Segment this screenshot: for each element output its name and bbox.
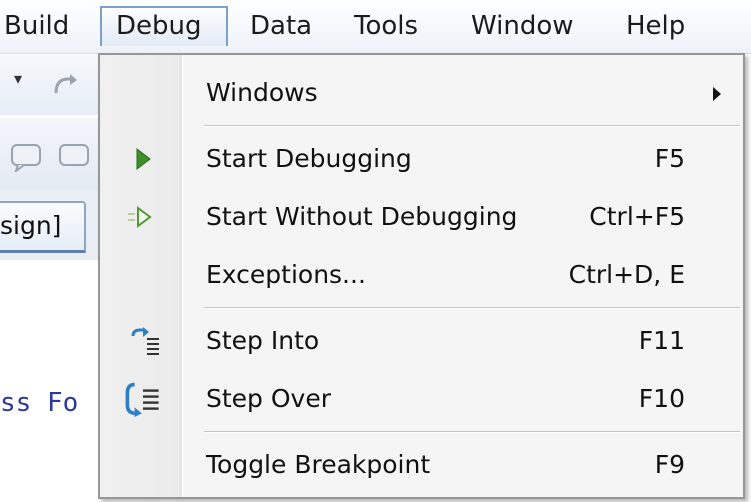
menu-item-shortcut: F11 bbox=[638, 326, 685, 355]
menu-window[interactable]: Window bbox=[457, 6, 588, 46]
menu-bar: Build Debug Data Tools Window Help bbox=[0, 0, 751, 54]
menu-item-shortcut: Ctrl+F5 bbox=[589, 202, 685, 231]
debug-menu-dropdown: Windows Start Debugging F5 Start Without… bbox=[98, 53, 745, 499]
menu-help[interactable]: Help bbox=[612, 6, 699, 46]
menu-separator bbox=[204, 307, 740, 309]
step-over-icon bbox=[125, 382, 159, 417]
play-icon bbox=[136, 147, 151, 171]
menu-separator bbox=[204, 125, 740, 127]
menu-item-label: Start Debugging bbox=[206, 144, 412, 173]
comment-icon[interactable] bbox=[6, 142, 46, 172]
menu-item-step-over[interactable]: Step Over F10 bbox=[100, 371, 743, 427]
menu-tools[interactable]: Tools bbox=[340, 6, 432, 46]
document-tab-label: sign] bbox=[0, 211, 62, 240]
menu-item-shortcut: F5 bbox=[654, 144, 685, 173]
menu-item-exceptions[interactable]: Exceptions... Ctrl+D, E bbox=[100, 247, 743, 303]
uncomment-icon[interactable] bbox=[56, 142, 96, 172]
menu-item-shortcut: F10 bbox=[638, 384, 685, 413]
toolbar-row-1: ▾ bbox=[0, 55, 100, 115]
menu-debug[interactable]: Debug bbox=[100, 6, 228, 46]
menu-item-step-into[interactable]: Step Into F11 bbox=[100, 313, 743, 369]
menu-item-label: Exceptions... bbox=[206, 260, 366, 289]
menu-item-windows[interactable]: Windows bbox=[100, 65, 743, 121]
menu-separator bbox=[204, 431, 740, 433]
menu-item-label: Toggle Breakpoint bbox=[206, 450, 431, 479]
dropdown-arrow-icon[interactable]: ▾ bbox=[14, 69, 22, 88]
menu-item-shortcut: Ctrl+D, E bbox=[568, 260, 685, 289]
menu-data[interactable]: Data bbox=[236, 6, 326, 46]
menu-item-shortcut: F9 bbox=[654, 450, 685, 479]
document-tab[interactable]: sign] bbox=[0, 201, 86, 253]
toolbar-row-2 bbox=[0, 118, 100, 191]
submenu-arrow-icon bbox=[713, 87, 721, 101]
menu-item-start-without-debugging[interactable]: Start Without Debugging Ctrl+F5 bbox=[100, 189, 743, 245]
menu-build[interactable]: Build bbox=[0, 6, 83, 46]
step-into-icon bbox=[131, 327, 159, 355]
menu-item-label: Step Into bbox=[206, 326, 320, 355]
menu-item-label: Start Without Debugging bbox=[206, 202, 518, 231]
menu-item-start-debugging[interactable]: Start Debugging F5 bbox=[100, 131, 743, 187]
redo-icon[interactable] bbox=[50, 73, 80, 99]
menu-item-label: Step Over bbox=[206, 384, 331, 413]
menu-item-label: Windows bbox=[206, 78, 318, 107]
menu-item-toggle-breakpoint[interactable]: Toggle Breakpoint F9 bbox=[100, 437, 743, 493]
play-outline-icon bbox=[128, 206, 152, 228]
code-editor-text: ss Fo bbox=[0, 388, 79, 418]
